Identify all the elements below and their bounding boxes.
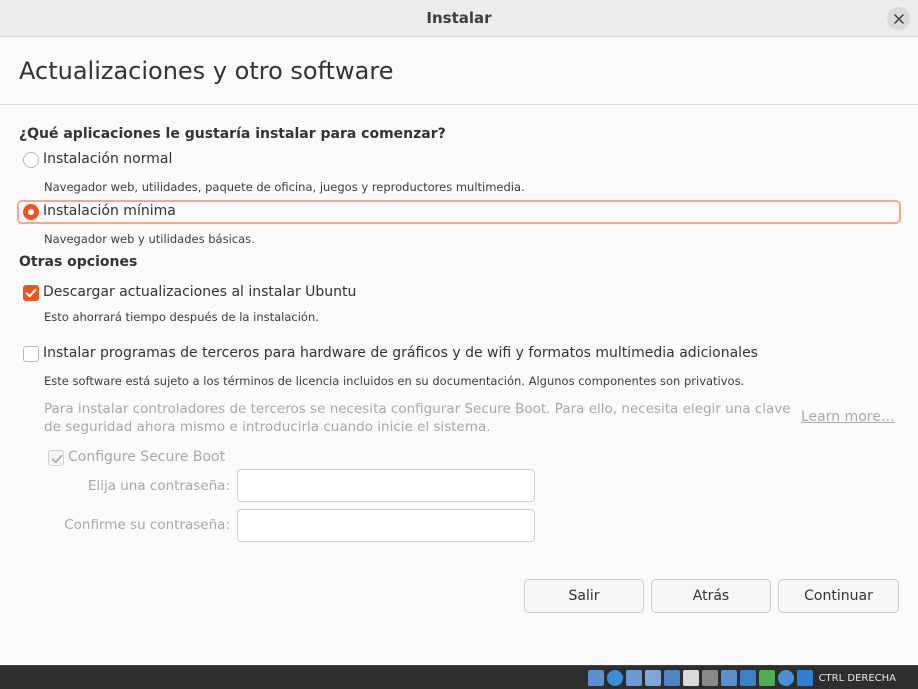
minimal-install-description: Navegador web y utilidades básicas. bbox=[44, 232, 255, 246]
page-title: Actualizaciones y otro software bbox=[19, 57, 394, 85]
download-updates-label[interactable]: Descargar actualizaciones al instalar Ub… bbox=[43, 284, 356, 300]
video-capture-icon[interactable] bbox=[720, 670, 737, 686]
cpu-icon[interactable] bbox=[758, 670, 775, 686]
installer-window: Instalar Actualizaciones y otro software… bbox=[0, 0, 918, 665]
download-updates-description: Esto ahorrará tiempo después de la insta… bbox=[44, 310, 319, 324]
title-bar: Instalar bbox=[0, 0, 918, 37]
hard-disk-icon[interactable] bbox=[587, 670, 604, 686]
secure-boot-note-line1: Para instalar controladores de terceros … bbox=[44, 401, 791, 417]
display-icon[interactable] bbox=[701, 670, 718, 686]
password-field[interactable] bbox=[237, 469, 535, 502]
password-label: Elija una contraseña: bbox=[87, 478, 230, 494]
radio-normal-install[interactable] bbox=[23, 152, 39, 168]
quit-button[interactable]: Salir bbox=[524, 579, 644, 613]
guest-additions-icon[interactable] bbox=[777, 670, 794, 686]
recording-icon[interactable] bbox=[739, 670, 756, 686]
learn-more-link[interactable]: Learn more… bbox=[801, 409, 895, 425]
back-button[interactable]: Atrás bbox=[651, 579, 771, 613]
confirm-password-field[interactable] bbox=[237, 509, 535, 542]
configure-secure-boot-label[interactable]: Configure Secure Boot bbox=[68, 449, 225, 465]
optical-drive-icon[interactable] bbox=[606, 670, 623, 686]
continue-button[interactable]: Continuar bbox=[778, 579, 899, 613]
third-party-label[interactable]: Instalar programas de terceros para hard… bbox=[43, 345, 758, 361]
close-button[interactable] bbox=[887, 7, 910, 30]
confirm-password-label: Confirme su contraseña: bbox=[64, 517, 230, 533]
shared-folders-icon[interactable] bbox=[682, 670, 699, 686]
audio-icon[interactable] bbox=[625, 670, 642, 686]
install-type-question: ¿Qué aplicaciones le gustaría instalar p… bbox=[19, 126, 446, 142]
window-title: Instalar bbox=[426, 9, 492, 27]
normal-install-label[interactable]: Instalación normal bbox=[43, 151, 172, 167]
page-header: Actualizaciones y otro software bbox=[0, 37, 918, 105]
download-updates-checkbox[interactable] bbox=[23, 285, 39, 301]
close-icon bbox=[893, 13, 904, 24]
network-icon[interactable] bbox=[644, 670, 661, 686]
secure-boot-note-line2: de seguridad ahora mismo e introducirla … bbox=[44, 419, 491, 435]
minimal-install-label[interactable]: Instalación mínima bbox=[43, 203, 176, 219]
third-party-description: Este software está sujeto a los términos… bbox=[44, 374, 745, 388]
host-status-bar: CTRL DERECHA bbox=[0, 665, 918, 689]
normal-install-description: Navegador web, utilidades, paquete de of… bbox=[44, 180, 525, 194]
usb-icon[interactable] bbox=[663, 670, 680, 686]
configure-secure-boot-checkbox[interactable] bbox=[48, 450, 64, 466]
other-options-heading: Otras opciones bbox=[19, 254, 138, 270]
arrow-down-icon[interactable] bbox=[796, 670, 813, 686]
status-tray: CTRL DERECHA bbox=[587, 669, 896, 687]
checkmark-icon bbox=[51, 455, 63, 463]
third-party-checkbox[interactable] bbox=[23, 346, 39, 362]
password-input[interactable] bbox=[238, 470, 534, 501]
confirm-password-input[interactable] bbox=[238, 510, 534, 541]
radio-minimal-install[interactable] bbox=[23, 204, 39, 220]
checkmark-icon bbox=[25, 288, 37, 298]
host-key-label: CTRL DERECHA bbox=[818, 672, 896, 684]
